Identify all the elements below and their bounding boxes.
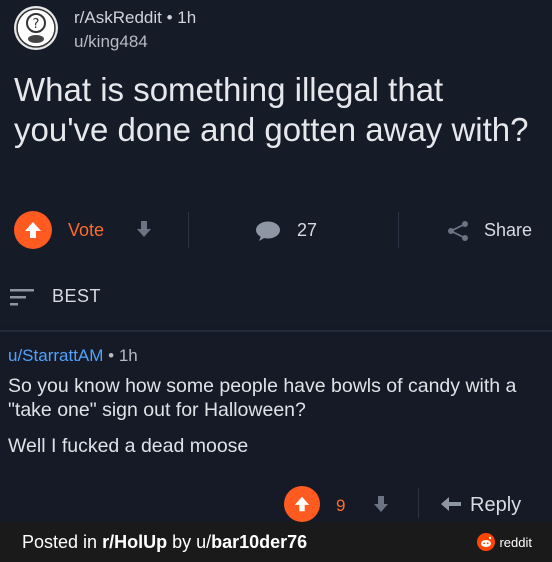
comment-paragraph: Well I fucked a dead moose — [8, 435, 249, 457]
footer-credit: Posted in r/HolUp by u/bar10der76 — [22, 532, 307, 553]
downvote-icon[interactable] — [136, 220, 152, 238]
repost-footer: Posted in r/HolUp by u/bar10der76 reddit — [0, 522, 552, 562]
subreddit-avatar-icon[interactable]: ? — [14, 6, 58, 50]
post-title: What is something illegal that you've do… — [14, 71, 529, 148]
reddit-brand: reddit — [477, 533, 532, 551]
upvote-icon — [25, 222, 41, 238]
share-icon[interactable] — [446, 220, 470, 242]
footer-subreddit[interactable]: r/HolUp — [102, 532, 167, 552]
post-card: ? r/AskReddit • 1h u/king484 What is som… — [0, 0, 552, 322]
sort-bar[interactable]: BEST — [0, 280, 552, 314]
brand-text: reddit — [499, 534, 532, 550]
subreddit-link[interactable]: r/AskReddit — [74, 8, 162, 27]
sort-icon — [10, 289, 34, 306]
reply-button[interactable]: Reply — [470, 494, 521, 517]
comment-body: So you know how some people have bowls o… — [8, 374, 552, 470]
meta-separator: • — [166, 8, 173, 27]
comment-icon[interactable] — [255, 220, 281, 242]
reply-icon[interactable] — [440, 496, 462, 512]
post-age: 1h — [177, 8, 197, 27]
reddit-logo-icon — [477, 533, 496, 551]
subreddit-meta: r/AskReddit • 1h — [74, 8, 196, 28]
action-divider — [188, 212, 189, 248]
vote-label[interactable]: Vote — [68, 220, 104, 241]
footer-by: by — [167, 532, 197, 552]
comment-action-bar: 9 Reply — [0, 486, 552, 526]
comment-meta: u/StarrattAM • 1h — [8, 346, 138, 366]
comment-upvote-button[interactable] — [284, 486, 320, 522]
comment-score: 9 — [336, 496, 346, 515]
post-author[interactable]: u/king484 — [74, 32, 148, 52]
section-divider — [0, 330, 552, 332]
footer-prefix: Posted in — [22, 532, 103, 552]
comment-card: u/StarrattAM • 1h So you know how some p… — [0, 334, 552, 522]
downvote-icon[interactable] — [373, 495, 389, 513]
share-button[interactable]: Share — [484, 220, 532, 241]
action-divider — [398, 212, 399, 248]
upvote-button[interactable] — [14, 211, 52, 249]
comment-count[interactable]: 27 — [297, 220, 317, 241]
footer-user-prefix: u/ — [196, 532, 212, 552]
action-divider — [418, 488, 419, 518]
post-action-bar: Vote 27 Share — [0, 208, 552, 252]
footer-username[interactable]: bar10der76 — [211, 532, 307, 552]
comment-age: 1h — [118, 346, 138, 365]
svg-text:?: ? — [33, 17, 40, 32]
upvote-icon — [294, 496, 310, 512]
comment-paragraph: So you know how some people have bowls o… — [8, 375, 517, 421]
meta-separator: • — [108, 346, 115, 365]
comment-author[interactable]: u/StarrattAM — [8, 346, 103, 365]
sort-label[interactable]: BEST — [52, 286, 101, 307]
